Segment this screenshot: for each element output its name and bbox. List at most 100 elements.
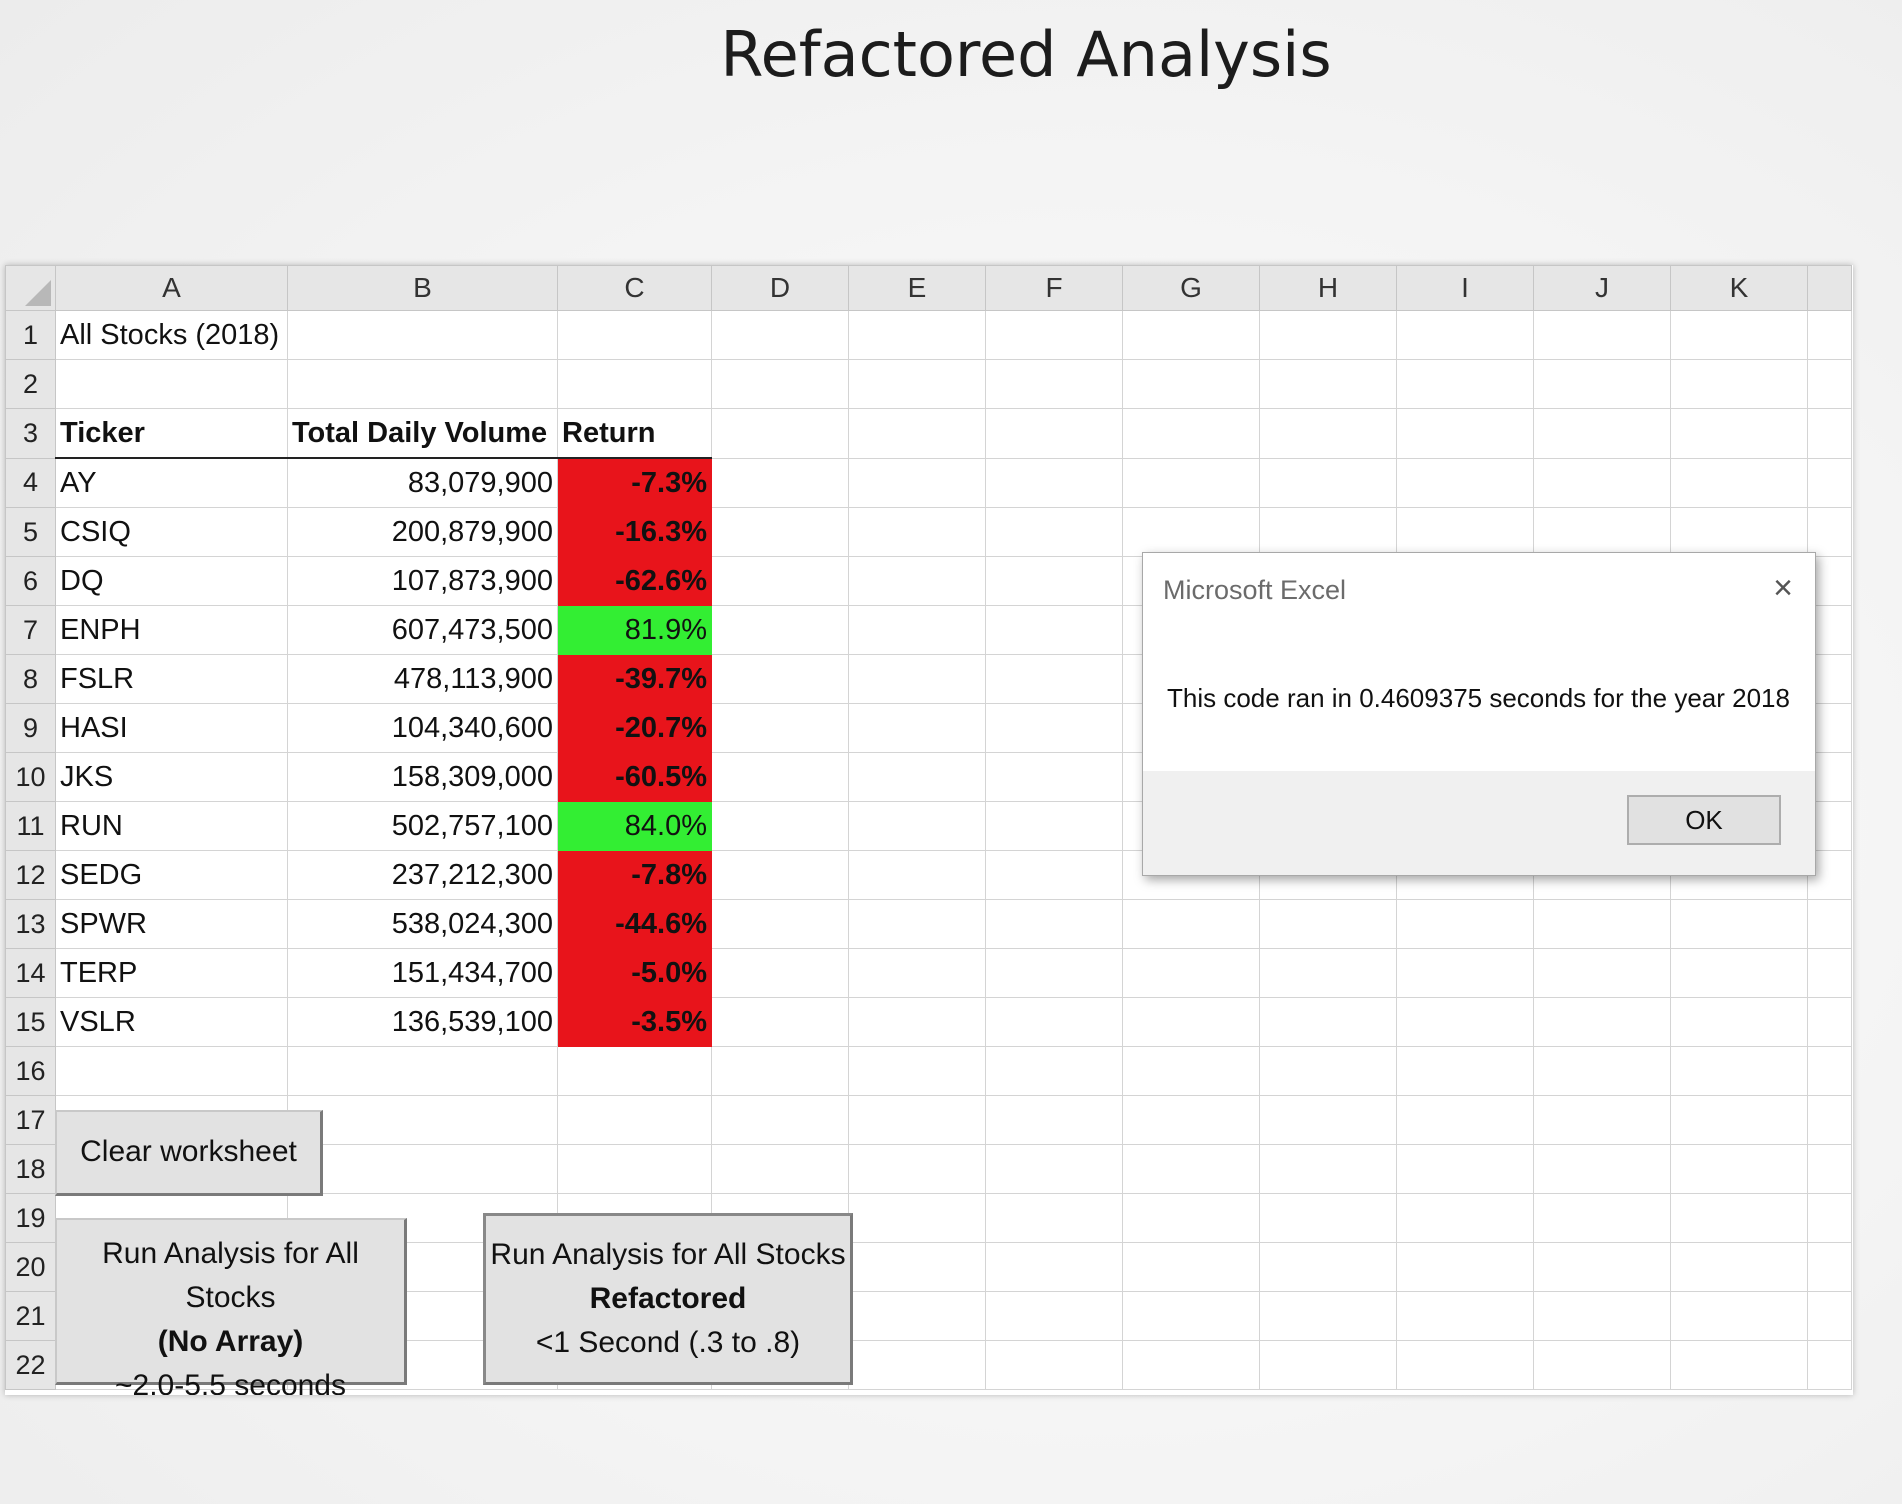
cell[interactable] — [711, 1144, 849, 1194]
row-header[interactable]: 20 — [5, 1242, 56, 1292]
cell[interactable] — [711, 654, 849, 704]
cell[interactable] — [1807, 1291, 1852, 1341]
row-header[interactable]: 19 — [5, 1193, 56, 1243]
cell[interactable] — [1122, 408, 1260, 459]
cell[interactable] — [1807, 1095, 1852, 1145]
column-header-e[interactable]: E — [848, 265, 986, 311]
cell[interactable] — [985, 1144, 1123, 1194]
cell[interactable] — [1533, 948, 1671, 998]
ticker-cell[interactable]: AY — [55, 457, 288, 508]
cell[interactable] — [287, 310, 558, 360]
return-cell[interactable]: -62.6% — [557, 556, 712, 606]
cell[interactable] — [557, 1046, 712, 1096]
cell[interactable] — [985, 1340, 1123, 1390]
cell[interactable] — [1396, 310, 1534, 360]
cell[interactable] — [848, 408, 986, 459]
cell[interactable] — [55, 1046, 288, 1096]
cell[interactable] — [1670, 1144, 1808, 1194]
column-header-d[interactable]: D — [711, 265, 849, 311]
return-cell[interactable]: -16.3% — [557, 507, 712, 557]
cell[interactable] — [711, 359, 849, 409]
cell[interactable] — [557, 1095, 712, 1145]
cell[interactable] — [848, 605, 986, 655]
cell[interactable] — [985, 359, 1123, 409]
cell[interactable] — [1259, 899, 1397, 949]
cell[interactable] — [1533, 507, 1671, 557]
ok-button[interactable]: OK — [1627, 795, 1781, 845]
cell[interactable] — [848, 703, 986, 753]
cell[interactable] — [1670, 310, 1808, 360]
cell[interactable] — [848, 556, 986, 606]
row-header[interactable]: 8 — [5, 654, 56, 704]
cell[interactable] — [985, 1242, 1123, 1292]
cell[interactable] — [848, 1046, 986, 1096]
row-header[interactable]: 18 — [5, 1144, 56, 1194]
cell[interactable] — [985, 605, 1123, 655]
cell[interactable] — [1670, 948, 1808, 998]
cell[interactable] — [1259, 1242, 1397, 1292]
cell[interactable] — [848, 507, 986, 557]
cell[interactable] — [1122, 507, 1260, 557]
cell[interactable] — [848, 997, 986, 1047]
cell[interactable] — [711, 703, 849, 753]
row-header[interactable]: 6 — [5, 556, 56, 606]
cell[interactable] — [1259, 1144, 1397, 1194]
row-header[interactable]: 16 — [5, 1046, 56, 1096]
run-analysis-no-array-button[interactable]: Run Analysis for All Stocks (No Array) ~… — [55, 1218, 407, 1395]
cell[interactable] — [1259, 1193, 1397, 1243]
cell[interactable] — [1122, 310, 1260, 360]
cell[interactable] — [1122, 1046, 1260, 1096]
cell[interactable] — [1259, 457, 1397, 508]
cell[interactable] — [1533, 1095, 1671, 1145]
column-header-k[interactable]: K — [1670, 265, 1808, 311]
cell[interactable] — [985, 507, 1123, 557]
cell[interactable] — [1533, 997, 1671, 1047]
cell[interactable] — [1122, 1193, 1260, 1243]
cell[interactable] — [557, 1144, 712, 1194]
volume-cell[interactable]: 502,757,100 — [287, 801, 558, 851]
cell[interactable] — [985, 899, 1123, 949]
cell[interactable] — [1807, 408, 1852, 459]
cell[interactable] — [985, 752, 1123, 802]
cell[interactable] — [848, 899, 986, 949]
cell[interactable] — [1122, 1242, 1260, 1292]
return-cell[interactable]: -20.7% — [557, 703, 712, 753]
cell[interactable] — [848, 850, 986, 900]
cell[interactable] — [1807, 359, 1852, 409]
row-header[interactable]: 7 — [5, 605, 56, 655]
cell[interactable] — [287, 1144, 558, 1194]
row-header[interactable]: 4 — [5, 457, 56, 508]
row-header[interactable]: 2 — [5, 359, 56, 409]
cell[interactable] — [1259, 1291, 1397, 1341]
cell[interactable] — [1396, 1242, 1534, 1292]
column-header-f[interactable]: F — [985, 265, 1123, 311]
cell[interactable] — [1259, 1095, 1397, 1145]
cell[interactable] — [1670, 1242, 1808, 1292]
volume-cell[interactable]: 607,473,500 — [287, 605, 558, 655]
cell[interactable] — [711, 899, 849, 949]
cell[interactable] — [1807, 310, 1852, 360]
cell[interactable] — [985, 556, 1123, 606]
cell[interactable] — [711, 752, 849, 802]
volume-cell[interactable]: 538,024,300 — [287, 899, 558, 949]
cell[interactable] — [1122, 1095, 1260, 1145]
cell[interactable] — [711, 556, 849, 606]
cell[interactable] — [1533, 1046, 1671, 1096]
volume-cell[interactable]: 158,309,000 — [287, 752, 558, 802]
cell[interactable] — [711, 457, 849, 508]
cell[interactable] — [1259, 359, 1397, 409]
cell[interactable] — [557, 310, 712, 360]
cell[interactable] — [848, 1291, 986, 1341]
ticker-cell[interactable]: HASI — [55, 703, 288, 753]
cell[interactable] — [1533, 899, 1671, 949]
cell[interactable] — [985, 1193, 1123, 1243]
cell[interactable] — [985, 654, 1123, 704]
cell[interactable] — [711, 801, 849, 851]
volume-cell[interactable]: 151,434,700 — [287, 948, 558, 998]
column-header-b[interactable]: B — [287, 265, 558, 311]
row-header[interactable]: 1 — [5, 310, 56, 360]
cell[interactable] — [1122, 997, 1260, 1047]
cell[interactable] — [848, 1193, 986, 1243]
cell[interactable] — [1122, 457, 1260, 508]
column-header-g[interactable]: G — [1122, 265, 1260, 311]
